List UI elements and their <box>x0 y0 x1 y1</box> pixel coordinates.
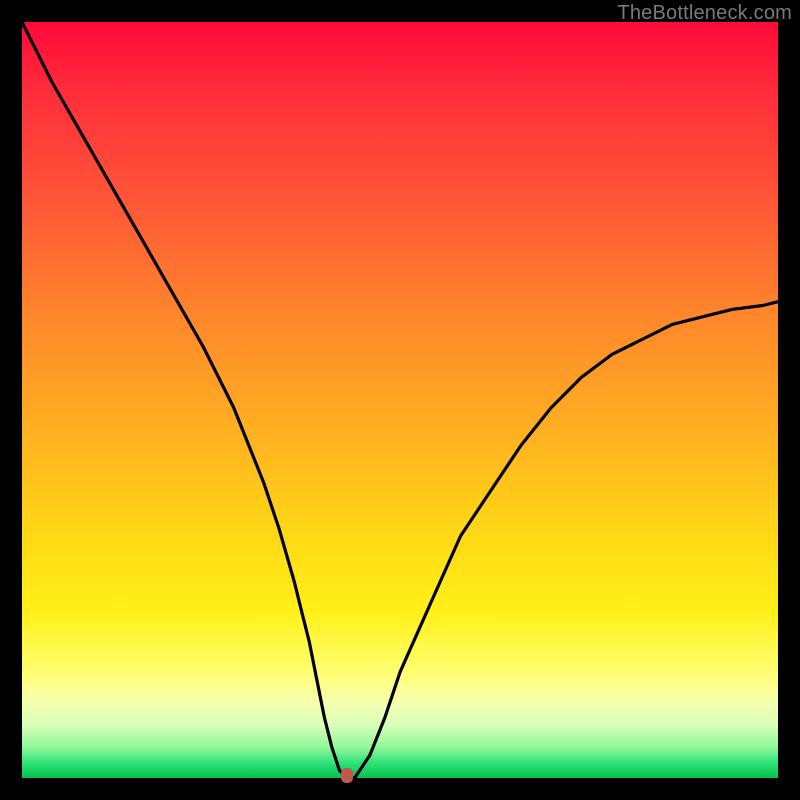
bottleneck-curve <box>22 22 778 778</box>
chart-frame: TheBottleneck.com <box>0 0 800 800</box>
optimal-point-marker <box>341 768 353 783</box>
plot-area <box>22 22 778 778</box>
watermark-text: TheBottleneck.com <box>617 2 792 25</box>
